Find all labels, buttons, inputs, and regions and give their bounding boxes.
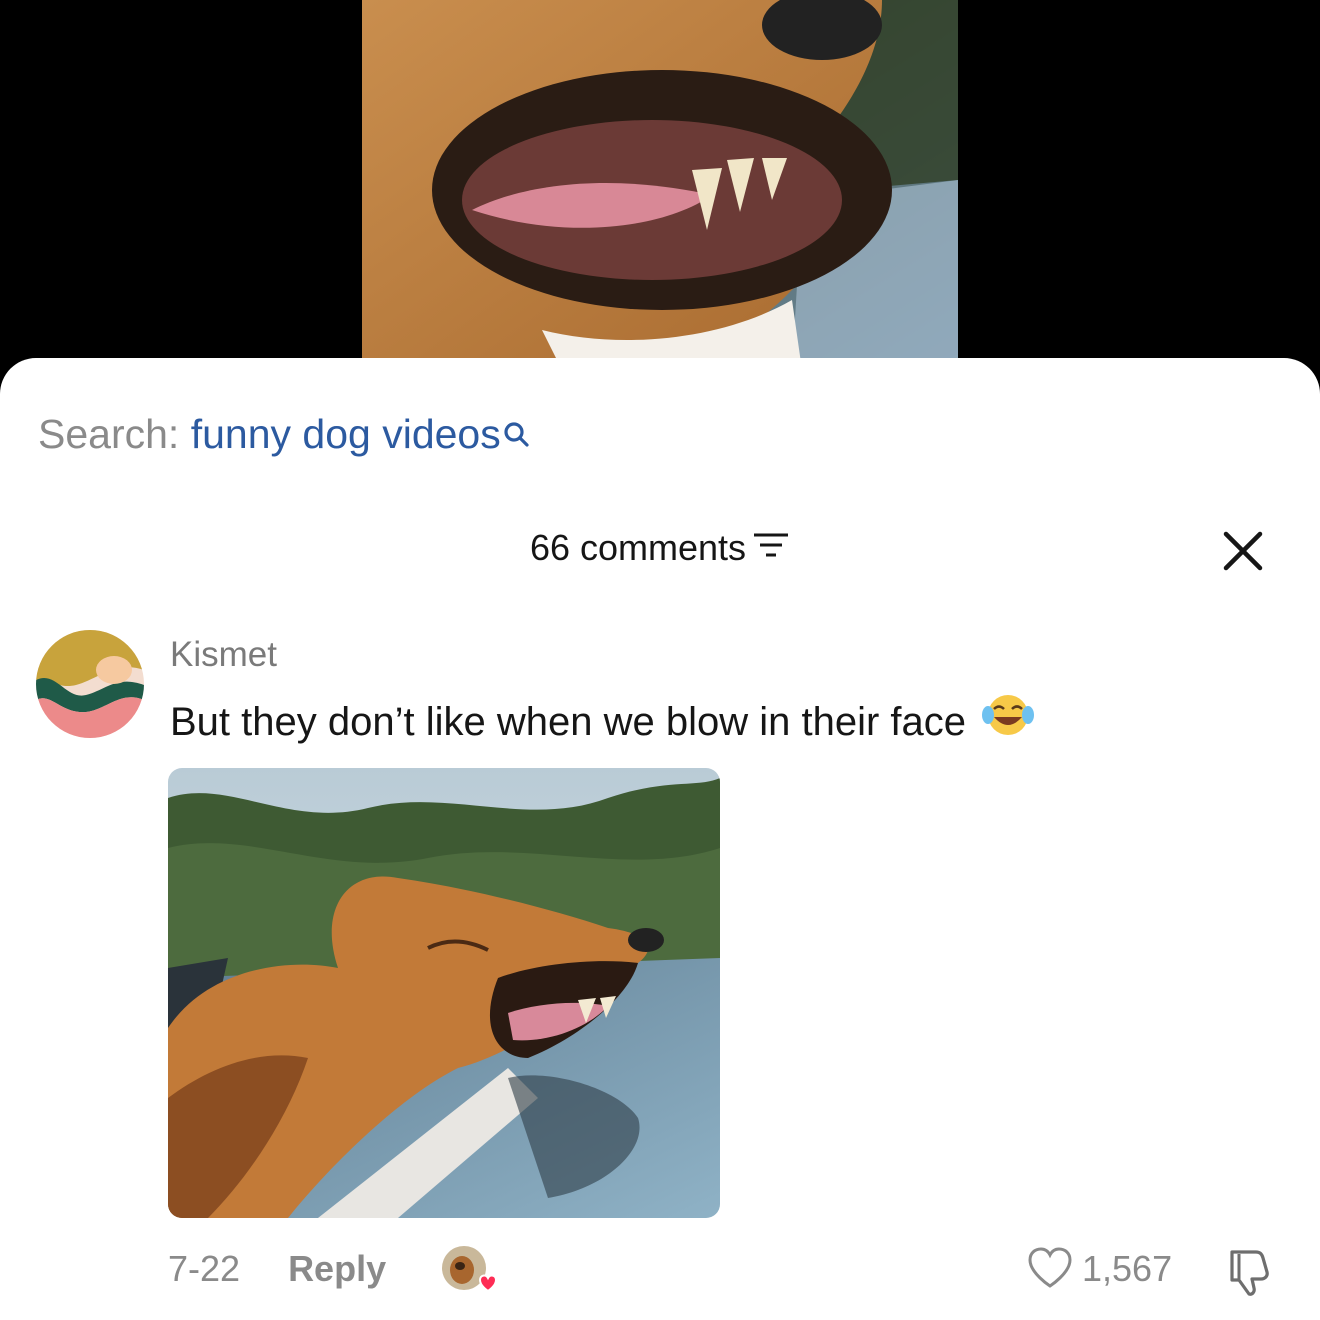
sort-filter-icon[interactable]	[752, 526, 790, 570]
search-label: Search:	[38, 411, 180, 457]
comment-body: But they don’t like when we blow in thei…	[170, 694, 1036, 752]
avatar[interactable]	[36, 630, 144, 738]
search-term-link[interactable]: funny dog videos	[191, 411, 501, 457]
comments-header: 66 comments	[0, 526, 1320, 570]
comments-sheet: Search: funny dog videos 66 comments Kis…	[0, 358, 1320, 1320]
dislike-icon[interactable]	[1222, 1246, 1274, 1298]
video-player[interactable]	[0, 0, 1320, 380]
comment-attached-image[interactable]	[168, 768, 720, 1218]
close-icon[interactable]	[1220, 528, 1266, 574]
creator-liked-badge	[440, 1244, 500, 1300]
like-count: 1,567	[1082, 1248, 1173, 1289]
heart-icon[interactable]	[1026, 1246, 1074, 1290]
comment-meta: 7-22 Reply	[168, 1244, 386, 1294]
reply-button[interactable]: Reply	[288, 1244, 386, 1294]
like-button[interactable]: 1,567	[1026, 1244, 1172, 1294]
face-with-tears-of-joy-icon	[980, 689, 1036, 752]
search-suggestion[interactable]: Search: funny dog videos	[38, 408, 531, 462]
comment-username[interactable]: Kismet	[170, 634, 277, 676]
comment-date: 7-22	[168, 1248, 241, 1289]
comment-text: But they don’t like when we blow in thei…	[170, 700, 966, 744]
video-frame-dog-closeup	[362, 0, 958, 370]
search-icon[interactable]	[501, 410, 531, 462]
comments-count: 66 comments	[529, 527, 747, 568]
